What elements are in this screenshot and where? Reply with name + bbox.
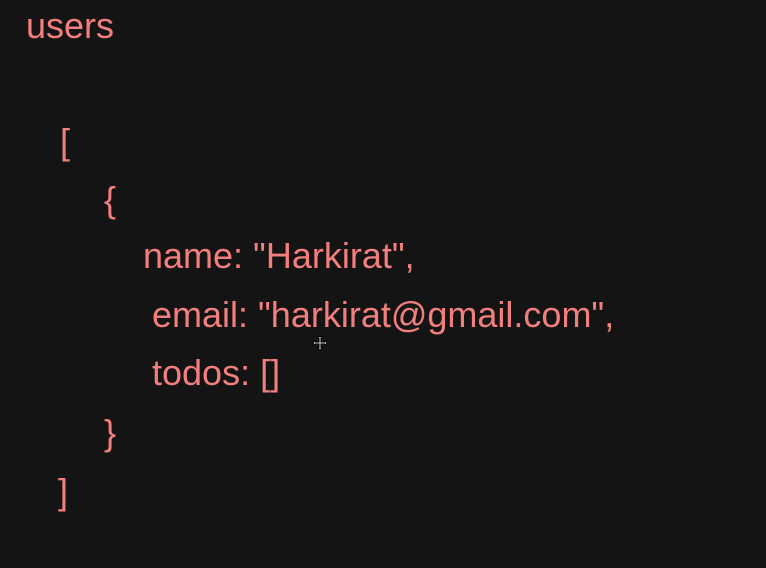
code-slide: users [ { name: "Harkirat", email: "hark… bbox=[0, 0, 766, 568]
object-open-brace: { bbox=[104, 179, 117, 220]
email-field: email: "harkirat@gmail.com", bbox=[152, 294, 615, 335]
name-field: name: "Harkirat", bbox=[143, 235, 415, 276]
object-close-brace: } bbox=[104, 412, 117, 453]
move-cursor-icon bbox=[312, 335, 328, 351]
array-open-bracket: [ bbox=[60, 121, 71, 162]
variable-name: users bbox=[26, 5, 115, 46]
todos-field: todos: [] bbox=[152, 352, 281, 393]
array-close-bracket: ] bbox=[58, 471, 69, 512]
